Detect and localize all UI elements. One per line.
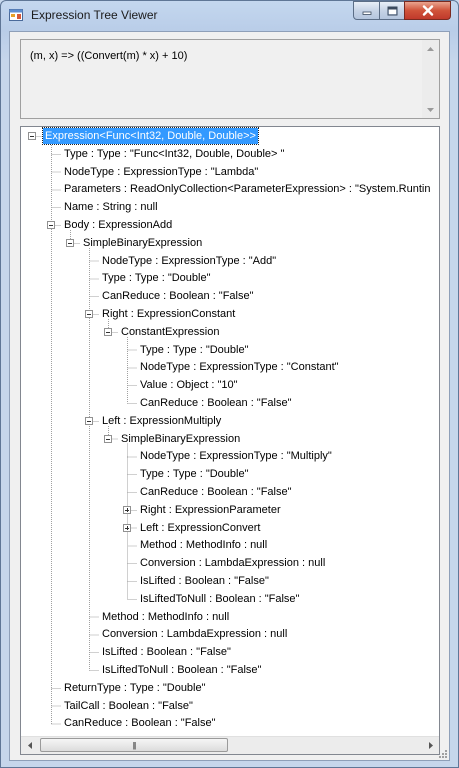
horizontal-scroll-thumb[interactable]: ||| xyxy=(40,738,228,752)
tree-node[interactable]: Method : MethodInfo : null xyxy=(138,537,269,553)
expression-textbox[interactable]: (m, x) => ((Convert(m) * x) + 10) xyxy=(20,39,440,119)
tree-node[interactable]: Method : MethodInfo : null xyxy=(100,609,231,625)
collapse-minus-icon[interactable] xyxy=(66,238,74,247)
expression-vertical-scrollbar[interactable] xyxy=(422,40,439,118)
tree-node[interactable]: SimpleBinaryExpression xyxy=(119,431,242,447)
tree-node[interactable]: NodeType : ExpressionType : "Lambda" xyxy=(62,164,260,180)
scroll-left-icon[interactable] xyxy=(21,737,38,754)
tree-node[interactable]: Body : ExpressionAdd xyxy=(62,217,174,233)
tree-node[interactable]: Type : Type : "Func<Int32, Double, Doubl… xyxy=(62,146,286,162)
tree-node[interactable]: IsLifted : Boolean : "False" xyxy=(100,644,233,660)
tree-node[interactable]: Conversion : LambdaExpression : null xyxy=(138,555,327,571)
tree-node[interactable]: Type : Type : "Double" xyxy=(138,342,251,358)
client-area: (m, x) => ((Convert(m) * x) + 10) Expres… xyxy=(9,31,450,761)
collapse-minus-icon[interactable] xyxy=(104,327,112,336)
collapse-minus-icon[interactable] xyxy=(28,132,36,140)
tree-node[interactable]: ReturnType : Type : "Double" xyxy=(62,680,208,696)
tree-node[interactable]: IsLifted : Boolean : "False" xyxy=(138,573,271,589)
tree-node[interactable]: CanReduce : Boolean : "False" xyxy=(62,715,218,731)
tree-node[interactable]: Right : ExpressionConstant xyxy=(100,306,237,322)
tree-node[interactable]: SimpleBinaryExpression xyxy=(81,235,204,251)
close-icon xyxy=(422,5,433,16)
tree-node[interactable]: Name : String : null xyxy=(62,199,160,215)
collapse-minus-icon[interactable] xyxy=(85,416,93,425)
minimize-icon xyxy=(362,11,371,15)
tree-node[interactable]: IsLiftedToNull : Boolean : "False" xyxy=(100,662,263,678)
collapse-minus-icon[interactable] xyxy=(85,310,93,318)
tree-node[interactable]: ConstantExpression xyxy=(119,324,221,340)
tree-node[interactable]: Parameters : ReadOnlyCollection<Paramete… xyxy=(62,181,432,197)
expression-text: (m, x) => ((Convert(m) * x) + 10) xyxy=(30,50,188,62)
main-window: Expression Tree Viewer (m, x) => ((Conve… xyxy=(0,0,459,768)
tree-node[interactable]: Left : ExpressionMultiply xyxy=(100,413,223,429)
tree-node[interactable]: Value : Object : "10" xyxy=(138,377,240,393)
close-button[interactable] xyxy=(404,1,451,20)
title-bar[interactable]: Expression Tree Viewer xyxy=(1,1,458,29)
tree-horizontal-scrollbar[interactable]: ||| xyxy=(21,736,439,754)
tree-node[interactable]: Type : Type : "Double" xyxy=(100,270,213,286)
scroll-up-icon[interactable] xyxy=(422,40,439,57)
tree-node[interactable]: Conversion : LambdaExpression : null xyxy=(100,626,289,642)
resize-grip-icon[interactable] xyxy=(437,748,447,758)
maximize-icon xyxy=(387,6,397,15)
tree-node[interactable]: NodeType : ExpressionType : "Multiply" xyxy=(138,448,334,464)
tree-node[interactable]: NodeType : ExpressionType : "Add" xyxy=(100,253,278,269)
app-window-icon xyxy=(9,9,23,21)
collapse-minus-icon[interactable] xyxy=(104,434,112,443)
tree-node[interactable]: CanReduce : Boolean : "False" xyxy=(100,288,256,304)
window-title: Expression Tree Viewer xyxy=(31,8,158,22)
tree-node[interactable]: TailCall : Boolean : "False" xyxy=(62,698,195,714)
minimize-button[interactable] xyxy=(353,1,380,20)
tree-node[interactable]: Left : ExpressionConvert xyxy=(138,520,262,536)
expand-plus-icon[interactable] xyxy=(123,505,131,514)
tree-nodes: Expression<Func<Int32, Double, Double>> T… xyxy=(21,127,439,737)
expand-plus-icon[interactable] xyxy=(123,523,131,532)
tree-node[interactable]: Expression<Func<Int32, Double, Double>> xyxy=(42,127,259,145)
tree-node[interactable]: NodeType : ExpressionType : "Constant" xyxy=(138,359,341,375)
scroll-down-icon[interactable] xyxy=(422,101,439,118)
tree-node[interactable]: CanReduce : Boolean : "False" xyxy=(138,395,294,411)
tree-node[interactable]: IsLiftedToNull : Boolean : "False" xyxy=(138,591,301,607)
tree-node[interactable]: Type : Type : "Double" xyxy=(138,466,251,482)
tree-node[interactable]: Right : ExpressionParameter xyxy=(138,502,283,518)
expression-tree-view[interactable]: Expression<Func<Int32, Double, Double>> T… xyxy=(20,126,440,755)
tree-node[interactable]: CanReduce : Boolean : "False" xyxy=(138,484,294,500)
collapse-minus-icon[interactable] xyxy=(47,221,55,229)
maximize-button[interactable] xyxy=(379,1,405,20)
